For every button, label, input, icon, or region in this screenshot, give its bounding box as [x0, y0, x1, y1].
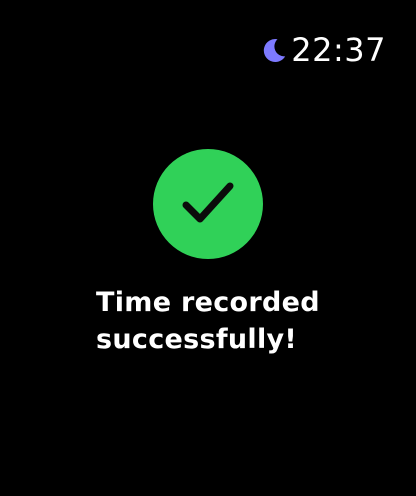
message-line-1: Time recorded — [96, 287, 320, 318]
status-bar: 22:37 — [260, 30, 386, 70]
message-line-2: successfully! — [96, 324, 298, 355]
moon-icon — [264, 38, 286, 62]
success-badge — [153, 149, 263, 259]
clock: 22:37 — [291, 31, 386, 69]
checkmark-icon — [182, 182, 234, 223]
confirmation-message: Time recorded successfully! — [96, 284, 396, 358]
